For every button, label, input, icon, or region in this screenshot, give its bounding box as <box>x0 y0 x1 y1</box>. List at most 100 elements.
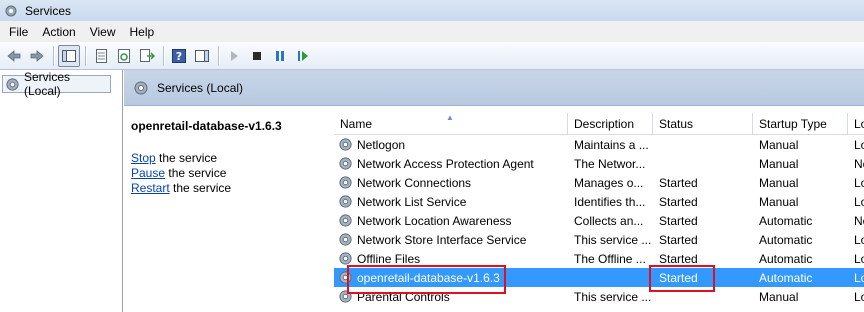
forward-button[interactable] <box>26 45 48 67</box>
cell-status <box>659 154 754 173</box>
toolbar-separator <box>85 45 86 66</box>
properties-icon <box>96 48 107 63</box>
column-header-status[interactable]: Status <box>653 113 753 135</box>
restart-service-button[interactable] <box>292 45 314 67</box>
column-header-label: Startup Type <box>759 116 827 131</box>
restart-icon <box>298 50 308 61</box>
cell-description: The Offline ... <box>574 251 646 266</box>
menu-action[interactable]: Action <box>35 25 82 39</box>
cell-startup: Automatic <box>759 251 813 266</box>
window-title: Services <box>25 3 72 18</box>
cell-logon: Lo <box>854 289 864 304</box>
cell-description <box>574 268 654 287</box>
column-header-log-on-as[interactable]: Lo <box>848 113 864 135</box>
pause-service-link[interactable]: Pause <box>131 166 165 180</box>
show-hide-action-pane-button[interactable] <box>191 45 213 67</box>
cell-status: Started <box>659 175 698 190</box>
tree-item-label: Services (Local) <box>24 70 71 98</box>
start-service-button[interactable] <box>223 45 245 67</box>
services-header-title: Services (Local) <box>157 80 244 95</box>
service-gear-icon <box>339 214 352 227</box>
title-bar: Services <box>0 0 864 21</box>
export-list-button[interactable] <box>136 45 158 67</box>
stop-service-link[interactable]: Stop <box>131 151 156 165</box>
restart-service-link[interactable]: Restart <box>131 181 170 195</box>
service-gear-icon <box>339 176 352 189</box>
service-row[interactable]: Network List Service Identifies th... Star… <box>334 192 864 211</box>
column-header-startup-type[interactable]: Startup Type <box>753 113 848 135</box>
service-row[interactable]: openretail-database-v1.6.3 Started Automat… <box>334 268 864 287</box>
services-list: Name ▲ Description Status Startup Type L… <box>334 106 864 312</box>
service-gear-icon <box>339 195 352 208</box>
cell-status: Started <box>659 213 698 228</box>
cell-logon: Lo <box>854 137 864 152</box>
menu-help[interactable]: Help <box>123 25 162 39</box>
action-text: the service <box>155 151 218 165</box>
cell-startup: Manual <box>759 156 799 171</box>
menu-view[interactable]: View <box>83 25 123 39</box>
menu-file[interactable]: File <box>2 25 35 39</box>
service-gear-icon <box>339 138 352 151</box>
svg-text:?: ? <box>176 50 182 63</box>
console-tree: Services (Local) <box>0 70 123 312</box>
cell-name: Network Location Awareness <box>357 213 512 228</box>
toolbar-separator <box>163 45 164 66</box>
service-row[interactable]: Netlogon Maintains a ... Manual Lo <box>334 135 864 154</box>
service-row[interactable]: Offline Files The Offline ... Started Autom… <box>334 249 864 268</box>
cell-logon: Lo <box>854 270 864 285</box>
pause-service-button[interactable] <box>269 45 291 67</box>
stop-service-button[interactable] <box>246 45 268 67</box>
column-header-name[interactable]: Name ▲ <box>334 113 568 135</box>
service-row[interactable]: Network Connections Manages o... Started Ma… <box>334 173 864 192</box>
cell-status: Started <box>659 270 698 285</box>
cell-startup: Automatic <box>759 232 813 247</box>
action-pane-icon <box>195 49 209 62</box>
help-button[interactable]: ? <box>168 45 190 67</box>
cell-startup: Manual <box>759 175 799 190</box>
action-pause-line: Pause the service <box>131 166 231 181</box>
cell-startup: Manual <box>759 289 799 304</box>
show-hide-console-tree-button[interactable] <box>58 44 80 67</box>
services-main-body: openretail-database-v1.6.3 Stop the serv… <box>124 106 864 312</box>
export-list-icon <box>140 48 155 62</box>
cell-startup: Automatic <box>759 213 813 228</box>
service-gear-icon <box>339 157 352 170</box>
play-icon <box>231 50 238 61</box>
service-row[interactable]: Network Access Protection Agent The Netwo… <box>334 154 864 173</box>
cell-status: Started <box>659 232 698 247</box>
back-button[interactable] <box>3 45 25 67</box>
cell-name: Network Access Protection Agent <box>357 156 534 171</box>
column-header-label: Status <box>659 116 694 131</box>
cell-description: Manages o... <box>574 175 644 190</box>
cell-status <box>659 135 754 154</box>
menu-bar: File Action View Help <box>0 21 864 42</box>
cell-status <box>659 287 754 306</box>
properties-button[interactable] <box>90 45 112 67</box>
refresh-icon <box>118 48 130 63</box>
service-row[interactable]: Parental Controls This service ... Manual L… <box>334 287 864 306</box>
action-text: the service <box>165 166 227 180</box>
cell-name: Network Connections <box>357 175 472 190</box>
cell-description: Identifies th... <box>574 194 646 209</box>
service-row[interactable]: Network Location Awareness Collects an...… <box>334 211 864 230</box>
console-tree-icon <box>62 49 76 62</box>
column-header-description[interactable]: Description <box>568 113 653 135</box>
toolbar: ? <box>0 42 864 70</box>
service-row[interactable]: Network Store Interface Service This serv… <box>334 230 864 249</box>
toolbar-separator <box>53 45 54 66</box>
column-header-label: Name <box>340 116 373 131</box>
action-text: the service <box>169 181 232 195</box>
cell-startup: Manual <box>759 137 799 152</box>
stop-icon <box>253 51 261 60</box>
services-gear-icon <box>5 5 17 16</box>
back-icon <box>7 49 21 62</box>
refresh-button[interactable] <box>113 45 135 67</box>
services-gear-icon <box>6 77 19 91</box>
pause-icon <box>276 50 284 61</box>
selected-service-name: openretail-database-v1.6.3 <box>131 119 282 133</box>
cell-name: Network List Service <box>357 194 467 209</box>
cell-description: The Networ... <box>574 156 646 171</box>
cell-name: Netlogon <box>357 137 406 152</box>
cell-logon: Lo <box>854 194 864 209</box>
tree-item-services-local[interactable]: Services (Local) <box>2 70 111 98</box>
